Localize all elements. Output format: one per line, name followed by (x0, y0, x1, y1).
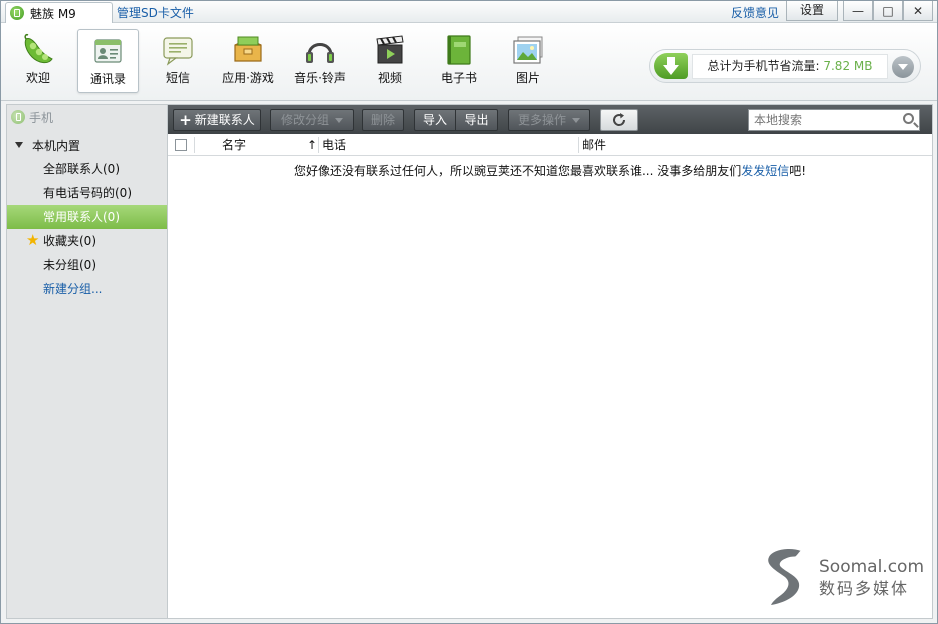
sidebar-item-with-phone[interactable]: 有电话号码的(0) (7, 181, 167, 205)
column-divider (578, 137, 579, 153)
table-header: 名字 ↑ 电话 邮件 (168, 134, 932, 156)
soomal-logo-icon (768, 549, 802, 605)
traffic-label: 总计为手机节省流量: (707, 59, 824, 73)
edit-group-label: 修改分组 (280, 113, 329, 127)
delete-button[interactable]: 删除 (362, 109, 404, 131)
sidebar-item-favorites[interactable]: ★ 收藏夹(0) (7, 229, 167, 253)
import-button[interactable]: 导入 (414, 109, 456, 131)
column-header-email[interactable]: 邮件 (582, 134, 606, 156)
chevron-down-icon[interactable] (892, 56, 914, 78)
download-arrow-icon (654, 53, 688, 79)
dropdown-caret-icon (572, 118, 580, 123)
sidebar-new-group-link[interactable]: 新建分组... (7, 277, 167, 301)
message-bubble-icon (160, 33, 196, 67)
column-divider (318, 137, 319, 153)
export-button[interactable]: 导出 (455, 109, 498, 131)
contacts-toolbar: + 新建联系人 修改分组 删除 导入 导出 更多操作 (168, 105, 932, 134)
phone-status-icon (10, 6, 24, 20)
traffic-saved-panel: 总计为手机节省流量: 7.82 MB (649, 49, 921, 83)
nav-apps-games[interactable]: 应用·游戏 (215, 29, 281, 93)
maximize-button[interactable]: □ (873, 1, 903, 21)
more-actions-label: 更多操作 (517, 113, 566, 127)
nav-label: 视频 (377, 71, 402, 85)
sidebar-item-frequent[interactable]: 常用联系人(0) (7, 205, 167, 229)
app-box-icon (230, 33, 266, 67)
nav-video[interactable]: 视频 (359, 29, 421, 93)
nav-messages[interactable]: 短信 (147, 29, 209, 93)
contacts-panel: + 新建联系人 修改分组 删除 导入 导出 更多操作 本地搜索 名字 ↑ 电话 … (167, 104, 933, 619)
new-contact-button[interactable]: + 新建联系人 (173, 109, 261, 131)
nav-welcome[interactable]: 欢迎 (7, 29, 69, 93)
search-icon[interactable] (903, 113, 914, 124)
nav-label: 通讯录 (89, 72, 126, 86)
refresh-icon (613, 113, 626, 126)
close-button[interactable]: ✕ (903, 1, 933, 21)
sort-ascending-icon: ↑ (307, 138, 318, 152)
sidebar: 手机 本机内置 全部联系人(0) 有电话号码的(0) 常用联系人(0) ★ 收藏… (6, 104, 168, 619)
sidebar-phone-header: 手机 (7, 105, 167, 129)
empty-state-text: 您好像还没有联系过任何人，所以豌豆荚还不知道您最喜欢联系谁... 没事多给朋友们 (293, 164, 742, 178)
watermark-tagline: 数码多媒体 (819, 579, 910, 598)
new-contact-label: 新建联系人 (194, 113, 255, 127)
manage-sd-card-link[interactable]: 管理SD卡文件 (117, 4, 194, 21)
empty-state-message: 您好像还没有联系过任何人，所以豌豆荚还不知道您最喜欢联系谁... 没事多给朋友们… (168, 162, 932, 179)
ebook-icon (441, 33, 477, 67)
nav-label: 欢迎 (25, 71, 50, 85)
feedback-link[interactable]: 反馈意见 (731, 4, 779, 21)
send-sms-link[interactable]: 发发短信 (741, 164, 789, 178)
device-tab[interactable]: 魅族 M9 (5, 2, 113, 23)
nav-label: 短信 (165, 71, 190, 85)
search-box[interactable] (748, 109, 920, 131)
nav-label: 应用·游戏 (222, 71, 274, 85)
app-window: 魅族 M9 管理SD卡文件 反馈意见 设置 — □ ✕ 欢迎 通讯录 短信 应用… (0, 0, 938, 624)
phone-icon (11, 110, 25, 124)
nav-contacts[interactable]: 通讯录 (77, 29, 139, 93)
device-name: 魅族 M9 (30, 6, 76, 21)
nav-label: 图片 (515, 71, 540, 85)
column-header-name[interactable]: 名字 (222, 134, 246, 156)
clapperboard-icon (372, 33, 408, 67)
nav-label: 音乐·铃声 (294, 71, 346, 85)
sidebar-phone-label: 手机 (29, 110, 54, 125)
plus-icon: + (179, 111, 192, 129)
refresh-button[interactable] (600, 109, 638, 131)
nav-pictures[interactable]: 图片 (497, 29, 559, 93)
edit-group-dropdown[interactable]: 修改分组 (270, 109, 354, 131)
sidebar-group-builtin[interactable]: 本机内置 (7, 134, 167, 156)
traffic-readout: 总计为手机节省流量: 7.82 MB (692, 54, 888, 79)
nav-label: 电子书 (440, 71, 477, 85)
minimize-button[interactable]: — (843, 1, 873, 21)
column-header-phone[interactable]: 电话 (322, 134, 346, 156)
empty-state-suffix: 吧! (789, 164, 807, 178)
sidebar-group-label: 本机内置 (32, 138, 81, 153)
sidebar-item-all-contacts[interactable]: 全部联系人(0) (7, 157, 167, 181)
traffic-value: 7.82 MB (823, 59, 873, 73)
watermark-domain: Soomal.com (819, 557, 925, 577)
nav-music-ringtones[interactable]: 音乐·铃声 (287, 29, 353, 93)
collapse-triangle-icon (15, 142, 23, 148)
search-input[interactable] (749, 110, 889, 130)
headphones-icon (302, 33, 338, 67)
sidebar-item-label: 收藏夹(0) (43, 234, 96, 248)
sidebar-item-ungrouped[interactable]: 未分组(0) (7, 253, 167, 277)
contacts-card-icon (90, 34, 126, 68)
dropdown-caret-icon (335, 118, 343, 123)
nav-ebooks[interactable]: 电子书 (428, 29, 490, 93)
settings-button[interactable]: 设置 (786, 1, 838, 21)
peapod-icon (20, 33, 56, 67)
main-nav-toolbar: 欢迎 通讯录 短信 应用·游戏 音乐·铃声 视频 电子书 图片 总计为手机节省流… (1, 23, 937, 101)
select-all-checkbox[interactable] (175, 139, 187, 151)
picture-icon (510, 33, 546, 67)
more-actions-dropdown[interactable]: 更多操作 (508, 109, 590, 131)
column-divider (194, 137, 195, 153)
title-bar: 魅族 M9 管理SD卡文件 反馈意见 设置 — □ ✕ (1, 1, 937, 23)
star-icon: ★ (26, 231, 40, 249)
